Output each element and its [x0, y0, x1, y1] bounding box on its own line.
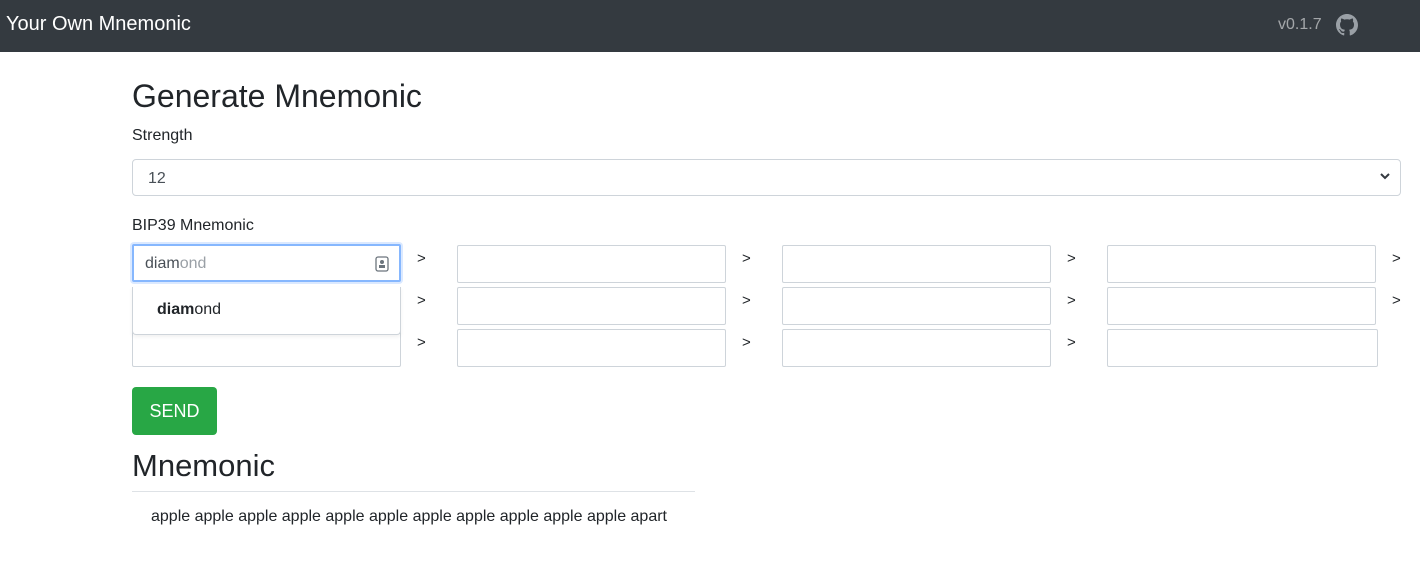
separator: >	[1392, 292, 1401, 309]
separator: >	[417, 250, 426, 267]
word-input-8[interactable]	[1107, 287, 1376, 325]
separator: >	[742, 334, 751, 351]
word-input-7[interactable]	[782, 287, 1051, 325]
brand-title[interactable]: Your Own Mnemonic	[6, 13, 191, 36]
result-title: Mnemonic	[132, 448, 275, 483]
version-label: v0.1.7	[1278, 16, 1322, 33]
strength-select[interactable]: 12	[132, 159, 1401, 196]
keychain-icon[interactable]	[375, 256, 389, 272]
strength-value: 12	[148, 170, 166, 187]
send-button[interactable]: SEND	[132, 387, 217, 435]
github-icon[interactable]	[1336, 14, 1358, 36]
word-input-3[interactable]	[782, 245, 1051, 283]
word-input-12[interactable]	[1107, 329, 1378, 367]
separator: >	[742, 292, 751, 309]
page-title: Generate Mnemonic	[132, 78, 422, 114]
word-input-10[interactable]	[457, 329, 726, 367]
separator: >	[742, 250, 751, 267]
autocomplete-option[interactable]: diamond	[157, 301, 221, 319]
word-input-6[interactable]	[457, 287, 726, 325]
word-input-1[interactable]: diamond	[132, 244, 401, 282]
strength-label: Strength	[132, 127, 193, 144]
autocomplete-dropdown: diamond	[132, 287, 401, 335]
chevron-down-icon	[1380, 173, 1390, 180]
separator: >	[417, 334, 426, 351]
separator: >	[1067, 250, 1076, 267]
separator: >	[1067, 292, 1076, 309]
mnemonic-label: BIP39 Mnemonic	[132, 217, 254, 234]
separator: >	[417, 292, 426, 309]
navbar: Your Own Mnemonic v0.1.7	[0, 0, 1420, 52]
word-input-1-text: diamond	[145, 255, 207, 272]
word-input-4[interactable]	[1107, 245, 1376, 283]
word-input-2[interactable]	[457, 245, 726, 283]
separator: >	[1067, 334, 1076, 351]
separator: >	[1392, 250, 1401, 267]
word-input-11[interactable]	[782, 329, 1051, 367]
divider	[132, 491, 695, 492]
mnemonic-phrase: apple apple apple apple apple apple appl…	[151, 508, 667, 525]
